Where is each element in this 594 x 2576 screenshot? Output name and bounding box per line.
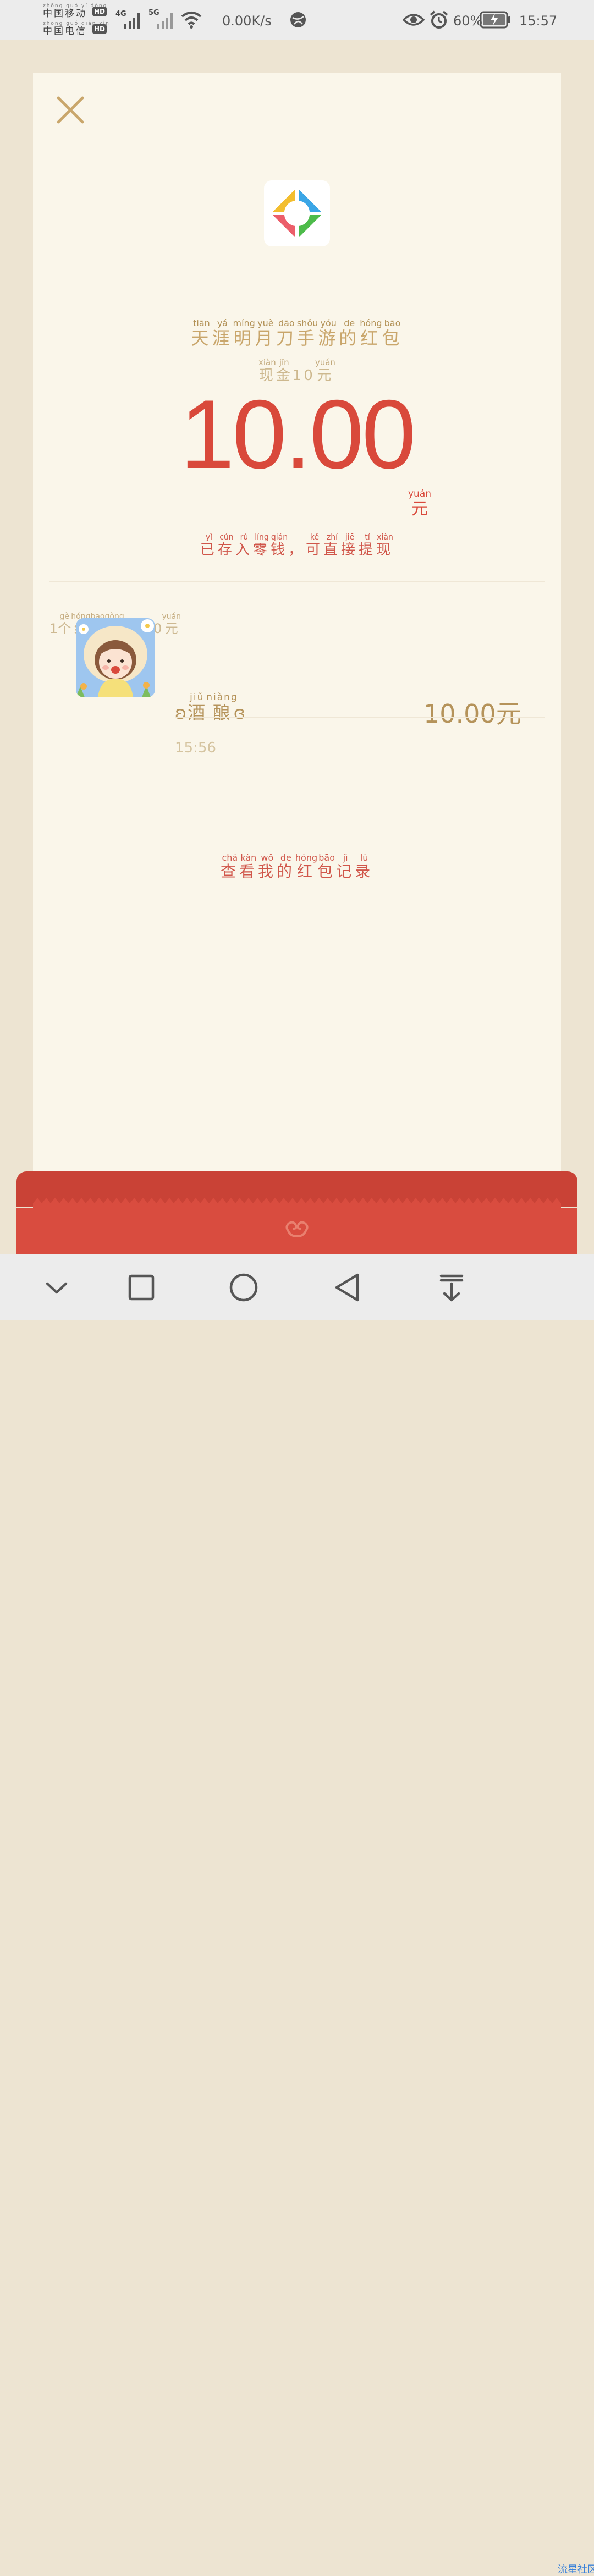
receiver-name: ʚ酒jiǔ酿niàngɞ xyxy=(175,692,246,723)
avatar[interactable] xyxy=(76,618,155,697)
status-time: 15:57 xyxy=(519,13,558,29)
back-triangle-icon[interactable] xyxy=(329,1268,367,1307)
wifi-icon xyxy=(181,12,202,29)
divider xyxy=(50,581,544,582)
receive-time: 15:56 xyxy=(175,740,216,756)
chevron-down-icon[interactable] xyxy=(37,1268,76,1307)
signal-icon xyxy=(157,10,177,29)
eye-icon xyxy=(403,14,425,26)
globe-icon xyxy=(290,12,306,27)
carrier-info: zhōng guó yí dòng 中国移动 zhōng guó diàn xì… xyxy=(43,3,109,36)
alarm-icon xyxy=(430,10,448,29)
circle-icon[interactable] xyxy=(224,1268,263,1307)
hd-badge: HD xyxy=(92,24,107,34)
sender-title: 天tiān涯yá明míng月yuè刀dāo手shǒu游yóu的de红hóng包b… xyxy=(191,318,403,349)
received-amount: 10.00元 xyxy=(424,699,521,729)
deposit-notice: 已yǐ存cún入rù零líng钱qián，可kě直zhí接jiē提tí现xiàn xyxy=(200,533,394,558)
amount-display: 10.00 元yuán xyxy=(33,363,561,519)
divider xyxy=(175,717,544,718)
red-packet-card: 天tiān涯yá明míng月yuè刀dāo手shǒu游yóu的de红hóng包b… xyxy=(33,73,561,1206)
status-bar: zhōng guó yí dòng 中国移动 zhōng guó diàn xì… xyxy=(0,0,594,40)
view-records-link[interactable]: 查chá看kàn我wǒ的de红hóng包bāo记jì录lù xyxy=(33,852,561,882)
watermark: 流星社区 xyxy=(558,2564,594,2575)
close-icon[interactable] xyxy=(54,93,87,126)
cloud-seal-icon xyxy=(285,1221,309,1237)
network-speed: 0.00K/s xyxy=(222,13,272,29)
amount-value: 10.00 xyxy=(180,379,416,489)
navigation-bar: 流星社区 xyxy=(0,1254,594,2575)
amount-unit: 元yuán xyxy=(408,488,432,519)
signal-icon xyxy=(124,10,144,29)
battery-charging-icon xyxy=(480,11,510,29)
square-icon[interactable] xyxy=(122,1268,161,1307)
battery-percent: 60% xyxy=(453,13,483,29)
download-icon[interactable] xyxy=(432,1268,471,1307)
hd-badge: HD xyxy=(92,7,107,16)
app-logo-icon xyxy=(264,180,330,246)
